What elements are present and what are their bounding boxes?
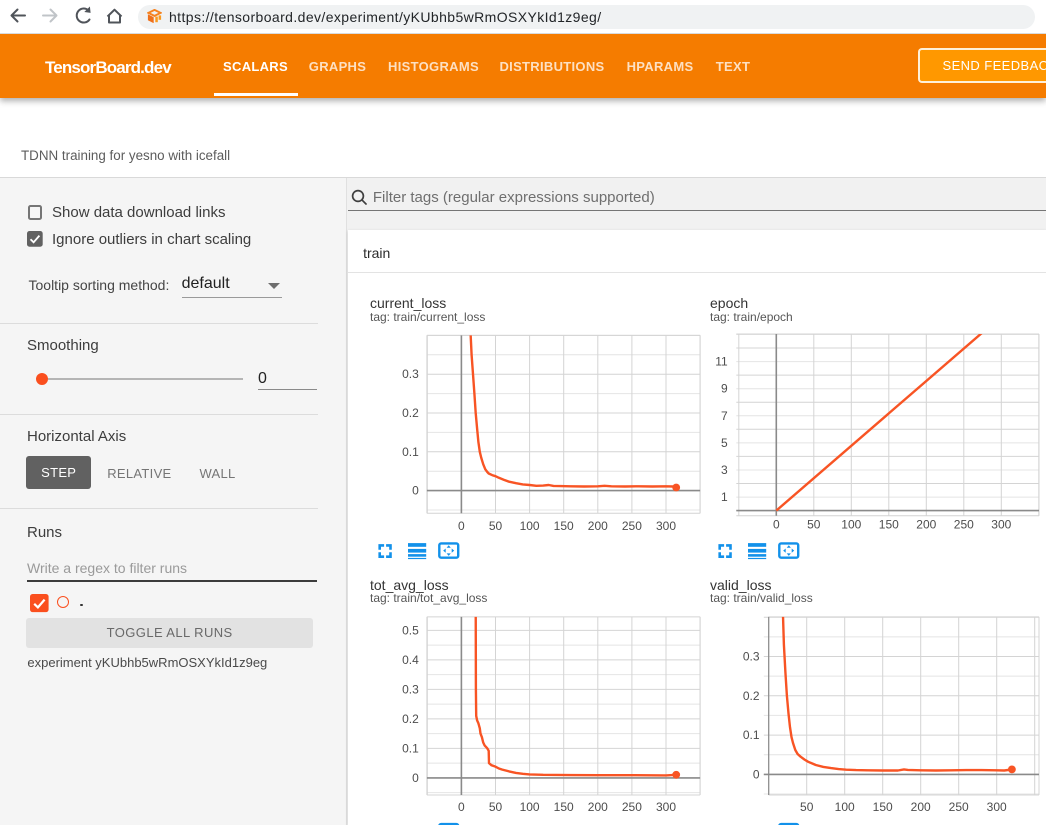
- svg-text:3: 3: [721, 463, 728, 477]
- svg-text:5: 5: [721, 436, 728, 450]
- svg-text:200: 200: [588, 800, 608, 814]
- svg-text:100: 100: [520, 800, 540, 814]
- svg-text:0.1: 0.1: [743, 728, 760, 742]
- svg-text:0.5: 0.5: [402, 623, 419, 637]
- svg-text:100: 100: [841, 517, 861, 531]
- svg-text:0.3: 0.3: [402, 682, 419, 696]
- svg-text:50: 50: [807, 517, 821, 531]
- svg-text:9: 9: [721, 382, 728, 396]
- svg-text:200: 200: [911, 800, 931, 814]
- svg-text:11: 11: [715, 355, 728, 369]
- svg-text:0.1: 0.1: [402, 445, 419, 459]
- svg-text:100: 100: [520, 519, 540, 533]
- svg-text:300: 300: [991, 517, 1011, 531]
- svg-text:0.3: 0.3: [743, 650, 760, 664]
- svg-text:1: 1: [721, 490, 728, 504]
- svg-text:250: 250: [622, 800, 642, 814]
- svg-text:0.4: 0.4: [402, 653, 419, 667]
- svg-text:300: 300: [656, 519, 676, 533]
- svg-text:0.3: 0.3: [402, 367, 419, 381]
- svg-text:150: 150: [879, 517, 899, 531]
- svg-text:200: 200: [588, 519, 608, 533]
- svg-text:0: 0: [412, 771, 419, 785]
- svg-text:150: 150: [873, 800, 893, 814]
- svg-text:300: 300: [656, 800, 676, 814]
- svg-text:100: 100: [835, 800, 855, 814]
- svg-text:0.2: 0.2: [402, 406, 419, 420]
- svg-text:200: 200: [916, 517, 936, 531]
- svg-text:0: 0: [458, 800, 465, 814]
- svg-text:300: 300: [987, 800, 1007, 814]
- svg-text:50: 50: [800, 800, 814, 814]
- svg-text:50: 50: [489, 800, 503, 814]
- svg-text:250: 250: [954, 517, 974, 531]
- svg-text:0: 0: [753, 767, 760, 781]
- svg-text:50: 50: [489, 519, 503, 533]
- svg-text:0.2: 0.2: [743, 689, 760, 703]
- svg-text:150: 150: [554, 519, 574, 533]
- svg-text:250: 250: [622, 519, 642, 533]
- svg-text:150: 150: [554, 800, 574, 814]
- svg-text:0: 0: [458, 519, 465, 533]
- svg-text:0: 0: [773, 517, 780, 531]
- svg-text:0.2: 0.2: [402, 712, 419, 726]
- svg-text:0.1: 0.1: [402, 741, 419, 755]
- svg-text:250: 250: [949, 800, 969, 814]
- svg-text:0: 0: [412, 484, 419, 498]
- svg-text:7: 7: [721, 409, 728, 423]
